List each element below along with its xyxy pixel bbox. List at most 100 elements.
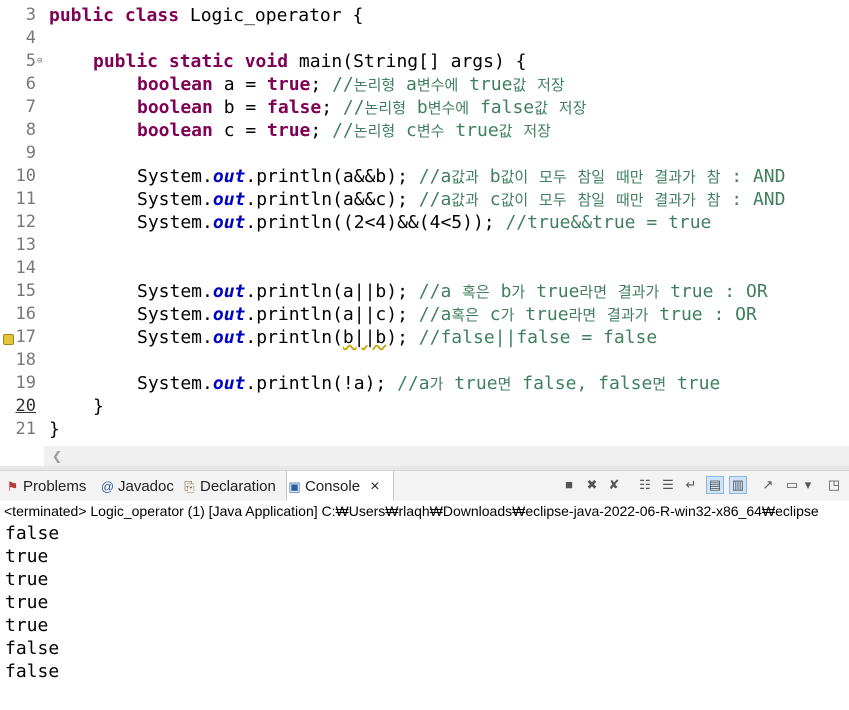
show-on-stderr-icon[interactable]: ▥: [729, 476, 747, 494]
console-status-line: <terminated> Logic_operator (1) [Java Ap…: [0, 501, 849, 521]
static-field: out: [212, 189, 246, 210]
comment: //true&&true = true: [505, 212, 712, 233]
code-text: Logic_operator {: [179, 5, 364, 26]
warning-marker-icon[interactable]: [3, 334, 14, 345]
scroll-left-icon[interactable]: ❮: [52, 446, 62, 466]
tab-declaration[interactable]: ⎘ Declaration: [182, 471, 276, 501]
code-text: ;: [310, 120, 333, 141]
code-line[interactable]: boolean b = false; //논리형 b변수에 false값 저장: [137, 96, 586, 119]
static-field: out: [212, 327, 246, 348]
remove-all-terminated-icon[interactable]: ✘: [606, 477, 622, 493]
code-text: b =: [212, 97, 268, 118]
keyword: boolean: [137, 97, 213, 118]
keyword: boolean: [137, 120, 213, 141]
code-line[interactable]: boolean c = true; //논리형 c변수 true값 저장: [137, 119, 551, 142]
code-text: System.: [137, 166, 213, 187]
console-line: true: [5, 569, 49, 590]
code-text: System.: [137, 212, 213, 233]
keyword: boolean: [137, 74, 213, 95]
line-number: 18: [15, 350, 36, 370]
console-line: false: [5, 638, 60, 659]
line-number-gutter: 3 4 5 6 7 8 9 10 11 12 13 14 15 16 17 18…: [0, 0, 44, 446]
line-number: 19: [15, 373, 36, 393]
console-line: false: [5, 661, 60, 682]
code-text: System.: [137, 327, 213, 348]
comment: //a값과 c값이 모두 참일 때만 결과가 참 : AND: [418, 189, 786, 210]
code-text: ;: [321, 97, 343, 118]
code-line[interactable]: System.out.println(b||b); //false||false…: [137, 326, 657, 349]
code-line[interactable]: System.out.println(!a); //a가 true면 false…: [137, 372, 720, 395]
line-number: 6: [25, 74, 36, 94]
comment: //논리형 b변수에 false값 저장: [342, 97, 587, 118]
line-number: 8: [25, 120, 36, 140]
console-line: true: [5, 546, 49, 567]
fold-collapse-icon[interactable]: ⊖: [37, 50, 42, 73]
tab-label: Javadoc: [118, 478, 174, 495]
close-icon[interactable]: ×: [370, 478, 379, 495]
static-field: out: [212, 281, 246, 302]
code-line[interactable]: }: [49, 418, 60, 441]
static-field: out: [212, 212, 246, 233]
keyword: public class: [49, 5, 180, 26]
comment: //논리형 c변수 true값 저장: [332, 120, 551, 141]
keyword: public static void: [93, 51, 289, 72]
clear-console-icon[interactable]: ☷: [637, 477, 653, 493]
line-number: 13: [15, 235, 36, 255]
code-text: System.: [137, 373, 213, 394]
code-text: System.: [137, 304, 213, 325]
show-on-stdout-icon[interactable]: ▤: [706, 476, 724, 494]
code-line[interactable]: System.out.println(a||b); //a 혹은 b가 true…: [137, 280, 768, 303]
line-number: 4: [25, 28, 36, 48]
line-number: 12: [15, 212, 36, 232]
line-number: 14: [15, 258, 36, 278]
line-number: 7: [25, 97, 36, 117]
javadoc-icon: @: [100, 479, 115, 494]
tab-console[interactable]: ▣ Console ×: [286, 471, 394, 502]
open-console-icon[interactable]: ◳: [826, 477, 842, 493]
console-icon: ▣: [288, 479, 301, 494]
display-console-icon[interactable]: ▭: [784, 477, 800, 493]
comment: //false||false = false: [418, 327, 658, 348]
terminate-icon[interactable]: ■: [561, 477, 577, 493]
tab-problems[interactable]: ⚑ Problems: [5, 471, 87, 501]
code-text: .println(a&&c);: [245, 189, 419, 210]
static-field: out: [212, 373, 246, 394]
code-text: }: [93, 396, 104, 417]
code-line[interactable]: System.out.println((2<4)&&(4<5)); //true…: [137, 211, 711, 234]
code-editor[interactable]: 3 4 5 6 7 8 9 10 11 12 13 14 15 16 17 18…: [0, 0, 849, 446]
pin-console-icon[interactable]: ↗: [760, 477, 776, 493]
line-number: 21: [15, 419, 36, 439]
keyword: true: [267, 120, 311, 141]
scroll-lock-icon[interactable]: ☰: [660, 477, 676, 493]
keyword: false: [267, 97, 322, 118]
code-line[interactable]: boolean a = true; //논리형 a변수에 true값 저장: [137, 73, 565, 96]
code-text: ;: [310, 74, 333, 95]
comment: //a 혹은 b가 true라면 결과가 true : OR: [418, 281, 768, 302]
code-line[interactable]: System.out.println(a&&c); //a값과 c값이 모두 참…: [137, 188, 785, 211]
code-text: c =: [212, 120, 268, 141]
line-number: 10: [15, 166, 36, 186]
remove-launch-icon[interactable]: ✖: [584, 477, 600, 493]
word-wrap-icon[interactable]: ↵: [683, 477, 699, 493]
code-text: .println(!a);: [245, 373, 398, 394]
warning-underline[interactable]: b||b: [343, 327, 386, 348]
code-text: .println(a||c);: [245, 304, 419, 325]
code-text: a =: [212, 74, 268, 95]
code-text: main(String[] args) {: [288, 51, 527, 72]
code-text: .println(a&&b);: [245, 166, 419, 187]
problems-icon: ⚑: [6, 479, 19, 494]
comment: //a혹은 c가 true라면 결과가 true : OR: [418, 304, 757, 325]
code-line[interactable]: }: [93, 395, 104, 418]
console-line: true: [5, 615, 49, 636]
comment: //a값과 b값이 모두 참일 때만 결과가 참 : AND: [418, 166, 786, 187]
horizontal-scrollbar[interactable]: ❮: [44, 446, 849, 466]
code-line[interactable]: public class Logic_operator {: [49, 4, 363, 27]
chevron-down-icon[interactable]: ▾: [803, 477, 813, 493]
line-number: 16: [15, 304, 36, 324]
console-output[interactable]: false true true true true false false: [0, 521, 849, 710]
code-line[interactable]: System.out.println(a&&b); //a값과 b값이 모두 참…: [137, 165, 785, 188]
code-line[interactable]: public static void main(String[] args) {: [93, 50, 527, 73]
console-line: true: [5, 592, 49, 613]
tab-javadoc[interactable]: @ Javadoc: [100, 471, 174, 501]
code-line[interactable]: System.out.println(a||c); //a혹은 c가 true라…: [137, 303, 757, 326]
